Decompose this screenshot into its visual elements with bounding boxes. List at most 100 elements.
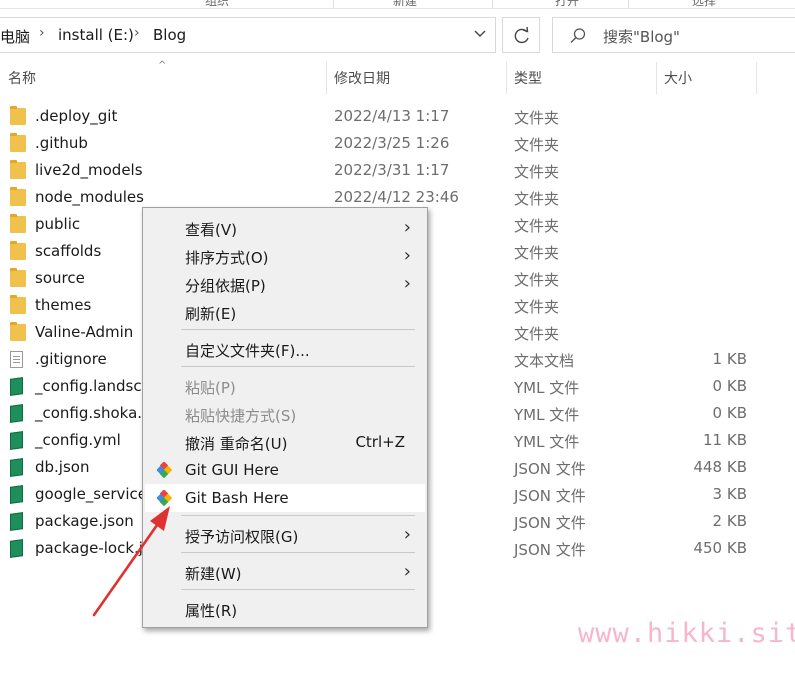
- file-name: scaffolds: [35, 242, 102, 260]
- file-row[interactable]: .github 2022/3/25 1:26 文件夹: [0, 130, 795, 157]
- ribbon-divider: [492, 0, 493, 8]
- file-name: package.json: [35, 512, 134, 530]
- folder-icon: [10, 133, 26, 152]
- refresh-button[interactable]: [502, 17, 540, 53]
- menu-item-label: 自定义文件夹(F)...: [185, 342, 310, 360]
- menu-item-group[interactable]: 分组依据(P) ›: [145, 270, 425, 298]
- search-icon: [570, 28, 586, 43]
- folder-icon: [10, 268, 26, 287]
- breadcrumb-pc[interactable]: 电脑: [0, 26, 30, 47]
- column-divider[interactable]: [656, 62, 657, 94]
- file-modified-date: 2022/4/13 1:17: [334, 107, 450, 125]
- chevron-right-icon[interactable]: ›: [39, 25, 45, 41]
- file-type: JSON 文件: [514, 514, 586, 532]
- menu-item-label: 属性(R): [185, 602, 238, 620]
- menu-item-grant-access[interactable]: 授予访问权限(G) ›: [145, 521, 425, 549]
- watermark: www.hikki.site: [578, 618, 795, 649]
- menu-item-new[interactable]: 新建(W) ›: [145, 558, 425, 586]
- file-type: 文件夹: [514, 136, 560, 154]
- menu-item-label: 排序方式(O): [185, 249, 269, 267]
- file-type: YML 文件: [514, 379, 580, 397]
- file-name: _config.yml: [35, 431, 121, 449]
- menu-item-view[interactable]: 查看(V) ›: [145, 214, 425, 242]
- menu-separator: [181, 515, 415, 516]
- folder-icon: [10, 241, 26, 260]
- menu-item-properties[interactable]: 属性(R): [145, 595, 425, 623]
- file-size: 448 KB: [693, 458, 747, 476]
- file-name: google_service: [35, 485, 148, 503]
- menu-item-git-gui[interactable]: Git GUI Here: [145, 456, 425, 484]
- column-header-date[interactable]: 修改日期: [334, 68, 390, 88]
- menu-item-label: Git GUI Here: [185, 461, 279, 479]
- column-header-size[interactable]: 大小: [664, 68, 692, 88]
- ribbon-divider: [333, 0, 334, 8]
- ribbon-divider: [628, 0, 629, 8]
- submenu-arrow-icon: ›: [403, 524, 411, 545]
- file-row[interactable]: .deploy_git 2022/4/13 1:17 文件夹: [0, 103, 795, 130]
- file-type: JSON 文件: [514, 487, 586, 505]
- file-size: 11 KB: [703, 431, 747, 449]
- file-type: 文本文档: [514, 352, 575, 370]
- search-input[interactable]: 搜索"Blog": [603, 26, 680, 47]
- ribbon-label-select[interactable]: 选择: [692, 0, 716, 9]
- menu-item-git-bash[interactable]: Git Bash Here: [145, 484, 425, 512]
- json-file-icon: [10, 458, 23, 477]
- chevron-down-icon[interactable]: [473, 27, 487, 41]
- refresh-icon: [514, 26, 529, 44]
- file-type: 文件夹: [514, 109, 560, 127]
- menu-item-undo-rename[interactable]: 撤消 重命名(U) Ctrl+Z: [145, 428, 425, 456]
- submenu-arrow-icon: ›: [403, 273, 411, 294]
- file-name: .deploy_git: [35, 107, 118, 125]
- menu-item-refresh[interactable]: 刷新(E): [145, 298, 425, 326]
- file-size: 3 KB: [712, 485, 747, 503]
- json-file-icon: [10, 485, 23, 504]
- menu-item-paste-shortcut[interactable]: 粘贴快捷方式(S): [145, 400, 425, 428]
- menu-item-label: 新建(W): [185, 565, 242, 583]
- address-bar[interactable]: 电脑 › install (E:) › Blog: [0, 17, 496, 53]
- ribbon-label-open[interactable]: 打开: [555, 0, 579, 9]
- submenu-arrow-icon: ›: [403, 217, 411, 238]
- file-type: 文件夹: [514, 244, 560, 262]
- folder-icon: [10, 322, 26, 341]
- json-file-icon: [10, 512, 23, 531]
- menu-item-label: 粘贴(P): [185, 379, 236, 397]
- file-name: _config.shoka.y: [35, 404, 151, 422]
- file-name: package-lock.j: [35, 539, 143, 557]
- menu-item-sort[interactable]: 排序方式(O) ›: [145, 242, 425, 270]
- file-type: 文件夹: [514, 325, 560, 343]
- submenu-arrow-icon: ›: [403, 561, 411, 582]
- menu-separator: [181, 552, 415, 553]
- column-header-name[interactable]: 名称: [8, 68, 36, 88]
- menu-item-customize-folder[interactable]: 自定义文件夹(F)...: [145, 335, 425, 363]
- breadcrumb-drive[interactable]: install (E:): [58, 26, 134, 44]
- file-type: YML 文件: [514, 433, 580, 451]
- file-type: 文件夹: [514, 271, 560, 289]
- submenu-arrow-icon: ›: [403, 245, 411, 266]
- folder-icon: [10, 187, 26, 206]
- chevron-right-icon[interactable]: ›: [134, 25, 140, 41]
- ribbon-strip: 组织 新建 打开 选择: [0, 0, 795, 9]
- menu-item-paste[interactable]: 粘贴(P): [145, 372, 425, 400]
- file-type: 文件夹: [514, 298, 560, 316]
- file-type: JSON 文件: [514, 541, 586, 559]
- column-divider[interactable]: [326, 62, 327, 94]
- breadcrumb-blog[interactable]: Blog: [153, 26, 186, 44]
- column-divider[interactable]: [756, 62, 757, 94]
- search-box[interactable]: 搜索"Blog": [552, 17, 795, 53]
- json-file-icon: [10, 539, 23, 558]
- file-row[interactable]: live2d_models 2022/3/31 1:17 文件夹: [0, 157, 795, 184]
- ribbon-label-organize[interactable]: 组织: [205, 0, 229, 9]
- column-header-type[interactable]: 类型: [514, 68, 542, 88]
- menu-item-label: 撤消 重命名(U): [185, 435, 288, 453]
- file-name: _config.landsca: [35, 377, 151, 395]
- menu-item-label: 刷新(E): [185, 305, 237, 323]
- file-name: Valine-Admin: [35, 323, 134, 341]
- column-divider[interactable]: [506, 62, 507, 94]
- file-modified-date: 2022/3/25 1:26: [334, 134, 450, 152]
- menu-separator: [181, 589, 415, 590]
- file-name: node_modules: [35, 188, 144, 206]
- menu-separator: [181, 366, 415, 367]
- file-name: themes: [35, 296, 92, 314]
- ribbon-label-new[interactable]: 新建: [393, 0, 417, 9]
- git-gui-icon: [157, 462, 173, 478]
